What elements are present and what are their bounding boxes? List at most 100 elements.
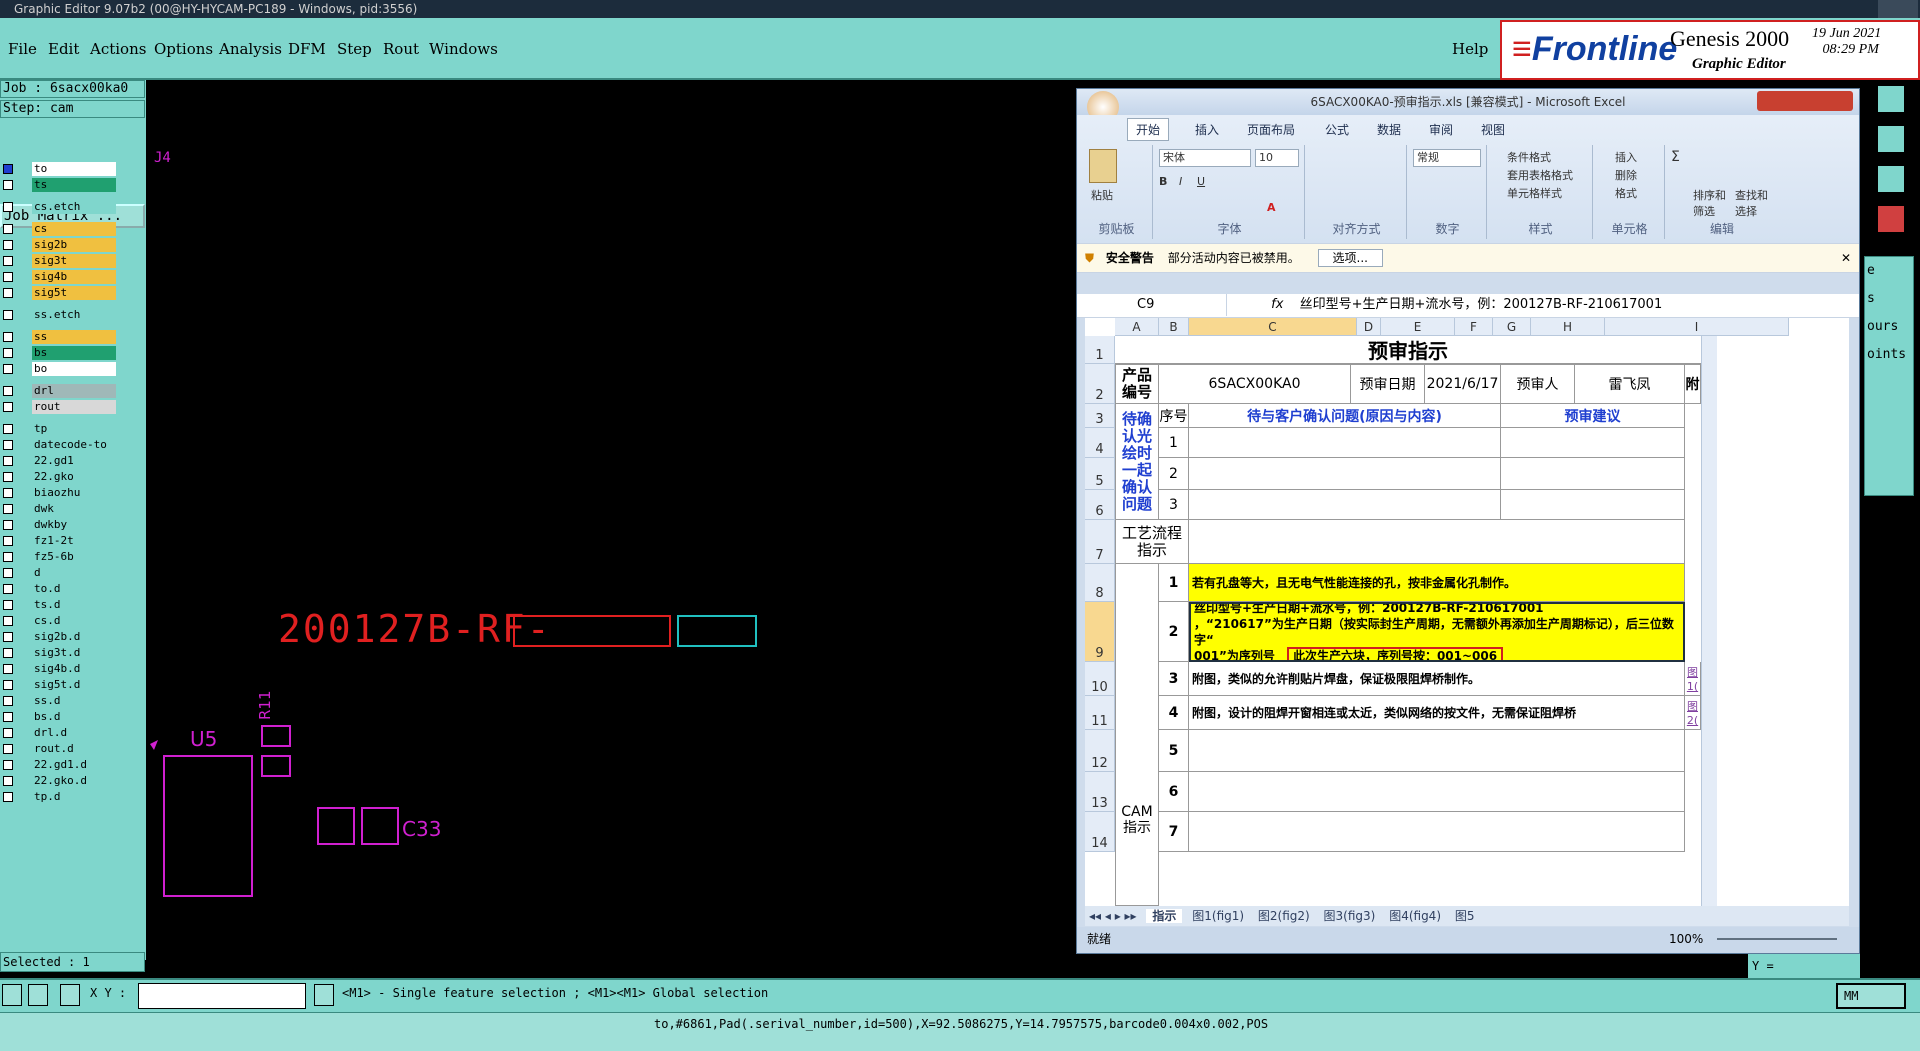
- menu-step[interactable]: Step: [337, 40, 372, 58]
- layer-checkbox[interactable]: [3, 568, 13, 578]
- row-header[interactable]: 12: [1085, 730, 1115, 772]
- row-header[interactable]: 13: [1085, 772, 1115, 812]
- layer-row[interactable]: sig4b: [0, 270, 118, 284]
- insert-button[interactable]: 插入: [1615, 149, 1637, 165]
- layer-name[interactable]: sig5t.d: [32, 678, 116, 692]
- layer-row[interactable]: cs.etch: [0, 200, 118, 214]
- layer-row[interactable]: sig2b: [0, 238, 118, 252]
- layer-checkbox[interactable]: [3, 310, 13, 320]
- layer-name[interactable]: fz5-6b: [32, 550, 116, 564]
- layer-checkbox[interactable]: [3, 744, 13, 754]
- row-header[interactable]: 8: [1085, 564, 1115, 602]
- number-format-select[interactable]: 常规: [1413, 149, 1481, 167]
- cam-number[interactable]: 7: [1159, 812, 1189, 852]
- date-label[interactable]: 预审日期: [1351, 364, 1425, 404]
- layer-name[interactable]: bo: [32, 362, 116, 376]
- layer-row[interactable]: sig5t: [0, 286, 118, 300]
- layer-checkbox[interactable]: [3, 348, 13, 358]
- column-header[interactable]: A: [1115, 318, 1159, 336]
- layer-checkbox[interactable]: [3, 552, 13, 562]
- layer-checkbox[interactable]: [3, 504, 13, 514]
- layer-name[interactable]: cs: [32, 222, 116, 236]
- autosum-icon[interactable]: Σ: [1671, 149, 1680, 165]
- reviewer-value[interactable]: 雷飞凤: [1575, 364, 1685, 404]
- zoom-level[interactable]: 100%: [1669, 927, 1703, 951]
- cam-number[interactable]: 1: [1159, 564, 1189, 602]
- layer-row[interactable]: rout: [0, 400, 118, 414]
- issue-cell[interactable]: [1189, 428, 1501, 458]
- column-header[interactable]: H: [1531, 318, 1605, 336]
- layer-checkbox[interactable]: [3, 680, 13, 690]
- layer-checkbox[interactable]: [3, 402, 13, 412]
- layer-name[interactable]: to.d: [32, 582, 116, 596]
- graphics-canvas[interactable]: J4 200127B-RF- U5 R11 C33: [146, 80, 1076, 978]
- cam-number[interactable]: 3: [1159, 662, 1189, 696]
- cam-number[interactable]: 2: [1159, 602, 1189, 662]
- paste-icon[interactable]: [1089, 149, 1117, 183]
- row-header[interactable]: 6: [1085, 490, 1115, 520]
- layer-checkbox[interactable]: [3, 472, 13, 482]
- menu-options[interactable]: Options: [154, 40, 213, 58]
- layer-checkbox[interactable]: [3, 712, 13, 722]
- seq-number[interactable]: 1: [1159, 428, 1189, 458]
- spreadsheet-grid[interactable]: ABCDEFGHI 1 2 3 4 5 6 7 8 9 10 11 12 13 14 预审指示 产品编号 …: [1085, 318, 1849, 906]
- layer-row[interactable]: sig5t.d: [0, 678, 118, 692]
- underline-icon[interactable]: U: [1197, 175, 1205, 188]
- layer-checkbox[interactable]: [3, 776, 13, 786]
- paste-label[interactable]: 粘贴: [1091, 187, 1113, 203]
- layer-row[interactable]: to.d: [0, 582, 118, 596]
- row-header[interactable]: 1: [1085, 336, 1115, 364]
- board-view[interactable]: J4 200127B-RF- U5 R11 C33: [146, 80, 1076, 978]
- column-header[interactable]: E: [1381, 318, 1455, 336]
- sheet-heading[interactable]: 预审指示: [1115, 336, 1701, 364]
- layer-checkbox[interactable]: [3, 456, 13, 466]
- menu-analysis[interactable]: Analysis: [219, 40, 282, 58]
- layer-name[interactable]: biaozhu: [32, 486, 116, 500]
- layer-checkbox[interactable]: [3, 648, 13, 658]
- conditional-format-button[interactable]: 条件格式: [1507, 149, 1551, 165]
- menu-help[interactable]: Help: [1452, 40, 1488, 58]
- layer-name[interactable]: cs.d: [32, 614, 116, 628]
- layer-name[interactable]: 22.gd1: [32, 454, 116, 468]
- layer-name[interactable]: drl: [32, 384, 116, 398]
- menu-edit[interactable]: Edit: [48, 40, 79, 58]
- layer-name[interactable]: dwk: [32, 502, 116, 516]
- process-label[interactable]: 工艺流程指示: [1115, 520, 1189, 564]
- layer-name[interactable]: rout.d: [32, 742, 116, 756]
- layer-row[interactable]: fz5-6b: [0, 550, 118, 564]
- layer-row[interactable]: ss.d: [0, 694, 118, 708]
- layer-row[interactable]: datecode-to: [0, 438, 118, 452]
- layer-name[interactable]: sig5t: [32, 286, 116, 300]
- window-controls[interactable]: [1878, 0, 1918, 18]
- layer-checkbox[interactable]: [3, 364, 13, 374]
- sheet-tab[interactable]: 图1(fig1): [1192, 909, 1244, 923]
- layer-name[interactable]: ts.d: [32, 598, 116, 612]
- layer-checkbox[interactable]: [3, 332, 13, 342]
- ribbon-tab-review[interactable]: 审阅: [1429, 121, 1453, 138]
- layer-checkbox[interactable]: [3, 520, 13, 530]
- fig2-link[interactable]: 图2(: [1685, 696, 1701, 730]
- name-box[interactable]: C9: [1077, 294, 1227, 316]
- units-button[interactable]: MM: [1836, 983, 1906, 1009]
- column-header[interactable]: B: [1159, 318, 1189, 336]
- cam-item-3[interactable]: 附图，类似的允许削贴片焊盘，保证极限阻焊桥制作。: [1189, 662, 1685, 696]
- formula-input[interactable]: 丝印型号+生产日期+流水号，例：200127B-RF-210617001: [1300, 297, 1663, 312]
- layer-checkbox[interactable]: [3, 386, 13, 396]
- issue-header[interactable]: 待与客户确认问题(原因与内容): [1189, 404, 1501, 428]
- c33-pad-left[interactable]: [317, 807, 355, 845]
- row-header[interactable]: 5: [1085, 458, 1115, 490]
- product-value[interactable]: 6SACX00KA0: [1159, 364, 1351, 404]
- cam-item-6[interactable]: [1189, 772, 1685, 812]
- column-header[interactable]: C: [1189, 318, 1357, 336]
- vertical-scrollbar[interactable]: [1701, 336, 1717, 906]
- menu-actions[interactable]: Actions: [90, 40, 146, 58]
- layer-row[interactable]: tp.d: [0, 790, 118, 804]
- cam-item-7[interactable]: [1189, 812, 1685, 852]
- layer-name[interactable]: 22.gd1.d: [32, 758, 116, 772]
- layer-name[interactable]: tp: [32, 422, 116, 436]
- layer-name[interactable]: datecode-to: [32, 438, 116, 452]
- help-tool-icon[interactable]: [1876, 164, 1906, 194]
- right-panel-item[interactable]: ours: [1867, 313, 1913, 341]
- attach-label[interactable]: 附: [1685, 364, 1701, 404]
- cam-label[interactable]: CAM指示: [1115, 564, 1159, 906]
